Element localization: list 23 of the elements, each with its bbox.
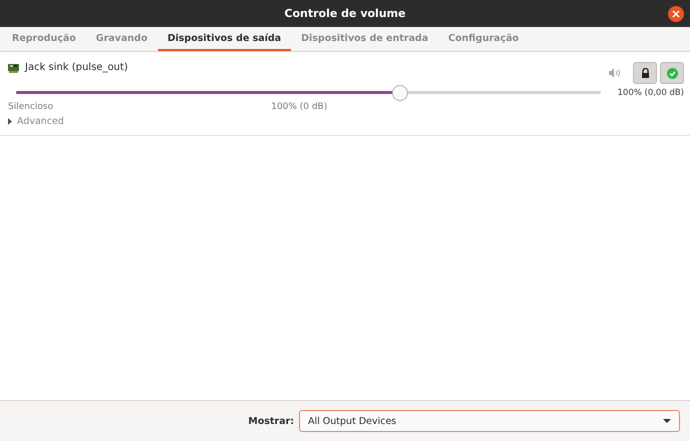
tab[interactable]: Gravando [86, 27, 158, 51]
checkmark-icon [666, 68, 678, 78]
tab[interactable]: Configuração [438, 27, 529, 51]
sound-card-icon [8, 62, 20, 73]
volume-slider[interactable] [16, 85, 601, 101]
window-title: Controle de volume [284, 7, 406, 20]
lock-channels-button[interactable] [633, 62, 657, 84]
close-button[interactable] [668, 6, 684, 22]
advanced-expander[interactable]: Advanced [8, 116, 64, 127]
lock-icon [640, 68, 650, 78]
slider-handle[interactable] [392, 85, 408, 101]
tab[interactable]: Dispositivos de entrada [291, 27, 438, 51]
show-label: Mostrar: [248, 416, 294, 426]
device-filter-dropdown[interactable]: All Output Devices [299, 410, 680, 432]
device-name: Jack sink (pulse_out) [25, 62, 128, 73]
mark-label: 100% (0 dB) [271, 102, 328, 112]
tab[interactable]: Dispositivos de saída [158, 27, 292, 51]
close-icon [672, 10, 680, 18]
volume-reading: 100% (0,00 dB) [618, 88, 684, 98]
dropdown-arrow-icon [663, 418, 671, 424]
min-label: Silencioso [8, 102, 54, 112]
tab[interactable]: Reprodução [2, 27, 86, 51]
expander-arrow-icon [8, 118, 13, 125]
